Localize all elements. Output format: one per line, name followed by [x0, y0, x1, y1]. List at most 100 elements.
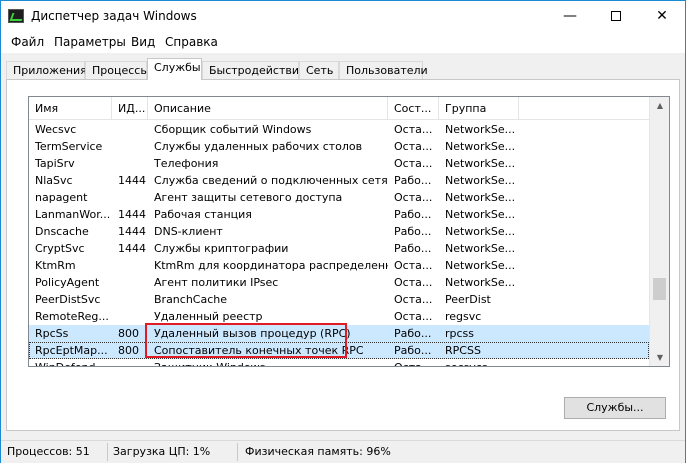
- tab-users[interactable]: Пользователи: [339, 61, 428, 80]
- cell-status: Рабо...: [394, 208, 432, 221]
- cell-status: Оста...: [394, 140, 433, 153]
- menu-bar: Файл Параметры Вид Справка: [1, 31, 685, 53]
- cell-pid: [112, 291, 148, 308]
- table-row[interactable]: Dnscache 1444 DNS-клиент Рабо... NetworkSe..…: [29, 223, 649, 240]
- table-row[interactable]: LanmanWor... 1444 Рабочая станция Рабо... Ne…: [29, 206, 649, 223]
- cell-group: NetworkSe...: [445, 242, 516, 255]
- cell-pid: 800: [118, 344, 139, 357]
- task-manager-icon: [8, 9, 24, 23]
- tab-applications[interactable]: Приложения: [6, 61, 87, 80]
- close-icon: ✕: [656, 8, 668, 24]
- cell-status: Оста...: [388, 359, 439, 366]
- cell-status: Рабо...: [394, 344, 432, 357]
- cell-status: Оста...: [394, 310, 433, 323]
- services-button[interactable]: Службы...: [564, 397, 666, 419]
- cell-name: Wecsvc: [35, 123, 77, 136]
- cell-group: NetworkSe...: [445, 276, 516, 289]
- column-header-status[interactable]: Сост...: [388, 97, 439, 120]
- status-memory: Физическая память: 96%: [245, 445, 391, 458]
- scroll-down-icon[interactable]: ▼: [650, 349, 669, 366]
- table-row[interactable]: PeerDistSvc BranchCache Оста... PeerDist: [29, 291, 649, 308]
- cell-name: PolicyAgent: [35, 276, 100, 289]
- cell-pid: 1444: [118, 174, 146, 187]
- cell-description: Службы удаленных рабочих столов: [154, 140, 363, 153]
- tab-processes[interactable]: Процессы: [85, 61, 149, 80]
- cell-group: NetworkSe...: [445, 157, 516, 170]
- title-bar[interactable]: Диспетчер задач Windows — ✕: [1, 1, 685, 31]
- cell-status: Рабо...: [394, 174, 432, 187]
- cell-status: Оста...: [394, 293, 433, 306]
- cell-status: Рабо...: [394, 327, 432, 340]
- table-row[interactable]: TapiSrv Телефония Оста... NetworkSe...: [29, 155, 649, 172]
- tab-performance[interactable]: Быстродействие: [202, 61, 306, 80]
- menu-help[interactable]: Справка: [165, 35, 218, 49]
- maximize-icon: [611, 11, 621, 21]
- services-panel: Имя ИД... Описание Сост... Группа ˄ Wecs…: [6, 79, 680, 431]
- cell-name: RpcEptMap...: [35, 344, 108, 357]
- cell-pid: [112, 308, 148, 325]
- close-button[interactable]: ✕: [639, 1, 685, 31]
- table-row[interactable]: PolicyAgent Агент политики IPsec Оста... Ne…: [29, 274, 649, 291]
- table-row[interactable]: NlaSvc 1444 Служба сведений о подключенных…: [29, 172, 649, 189]
- tab-network[interactable]: Сеть: [299, 61, 339, 80]
- menu-options[interactable]: Параметры: [54, 35, 126, 49]
- cell-group: PeerDist: [445, 293, 491, 306]
- table-row[interactable]: KtmRm KtmRm для координатора распределенн…: [29, 257, 649, 274]
- cell-name: napagent: [35, 191, 88, 204]
- cell-pid: [112, 274, 148, 291]
- cell-group: NetworkSe...: [445, 174, 516, 187]
- cell-status: Оста...: [394, 123, 433, 136]
- vertical-scrollbar[interactable]: ▲ ▼: [649, 97, 669, 366]
- column-header-name[interactable]: Имя: [29, 97, 112, 120]
- cell-group: regsvc: [445, 310, 482, 323]
- cell-description: DNS-клиент: [154, 225, 223, 238]
- cell-description: Служба сведений о подключенных сетях: [154, 174, 388, 187]
- cell-group: NetworkSe...: [445, 208, 516, 221]
- maximize-button[interactable]: [593, 1, 639, 31]
- menu-file[interactable]: Файл: [11, 35, 44, 49]
- cell-group: NetworkSe...: [445, 191, 516, 204]
- table-row[interactable]: RemoteReg... Удаленный реестр Оста... regsv…: [29, 308, 649, 325]
- window-title: Диспетчер задач Windows: [31, 9, 197, 23]
- cell-pid: [112, 257, 148, 274]
- minimize-icon: —: [563, 8, 577, 24]
- services-list[interactable]: Имя ИД... Описание Сост... Группа ˄ Wecs…: [28, 96, 670, 367]
- cell-group: secsvcs: [439, 359, 519, 366]
- column-header-description[interactable]: Описание: [148, 97, 388, 120]
- table-row[interactable]: TermService Службы удаленных рабочих стол…: [29, 138, 649, 155]
- cell-description: Защитник Windows: [148, 359, 388, 366]
- table-row[interactable]: napagent Агент защиты сетевого доступа Ост…: [29, 189, 649, 206]
- cell-pid: [112, 155, 148, 172]
- scroll-thumb[interactable]: [653, 278, 666, 300]
- cell-description: Агент политики IPsec: [154, 276, 279, 289]
- cell-group: NetworkSe...: [445, 123, 516, 136]
- table-row[interactable]: CryptSvc 1444 Службы криптографии Рабо... Ne…: [29, 240, 649, 257]
- cell-pid: 800: [118, 327, 139, 340]
- cell-name: WinDefend: [29, 359, 112, 366]
- cell-pid: [112, 138, 148, 155]
- column-header-pid[interactable]: ИД...: [112, 97, 148, 120]
- status-separator: [237, 443, 238, 461]
- cell-description: KtmRm для координатора распределенн...: [154, 259, 388, 272]
- cell-name: PeerDistSvc: [35, 293, 101, 306]
- cell-description: Удаленный реестр: [154, 310, 263, 323]
- tab-services[interactable]: Службы: [147, 58, 202, 80]
- cell-name: Dnscache: [35, 225, 89, 238]
- table-row[interactable]: Wecsvc Сборщик событий Windows Оста... Netw…: [29, 121, 649, 138]
- cell-name: RemoteReg...: [35, 310, 109, 323]
- cell-description: Телефония: [154, 157, 219, 170]
- minimize-button[interactable]: —: [547, 1, 593, 31]
- cell-pid: [112, 189, 148, 206]
- cell-group: NetworkSe...: [445, 225, 516, 238]
- table-row[interactable]: WinDefend Защитник WindowsОста...secsvcs: [29, 359, 649, 366]
- status-separator: [107, 443, 108, 461]
- table-row[interactable]: RpcSs 800 Удаленный вызов процедур (RPC) Ра…: [29, 325, 649, 342]
- task-manager-window: Диспетчер задач Windows — ✕ Файл Парамет…: [0, 0, 686, 463]
- cell-name: NlaSvc: [35, 174, 73, 187]
- cell-description: Агент защиты сетевого доступа: [154, 191, 343, 204]
- menu-view[interactable]: Вид: [131, 35, 155, 49]
- scroll-up-icon[interactable]: ▲: [650, 97, 669, 114]
- table-row[interactable]: RpcEptMap... 800 Сопоставитель конечных то…: [29, 342, 649, 359]
- cell-description: Удаленный вызов процедур (RPC): [154, 327, 351, 340]
- cell-description: Сборщик событий Windows: [154, 123, 312, 136]
